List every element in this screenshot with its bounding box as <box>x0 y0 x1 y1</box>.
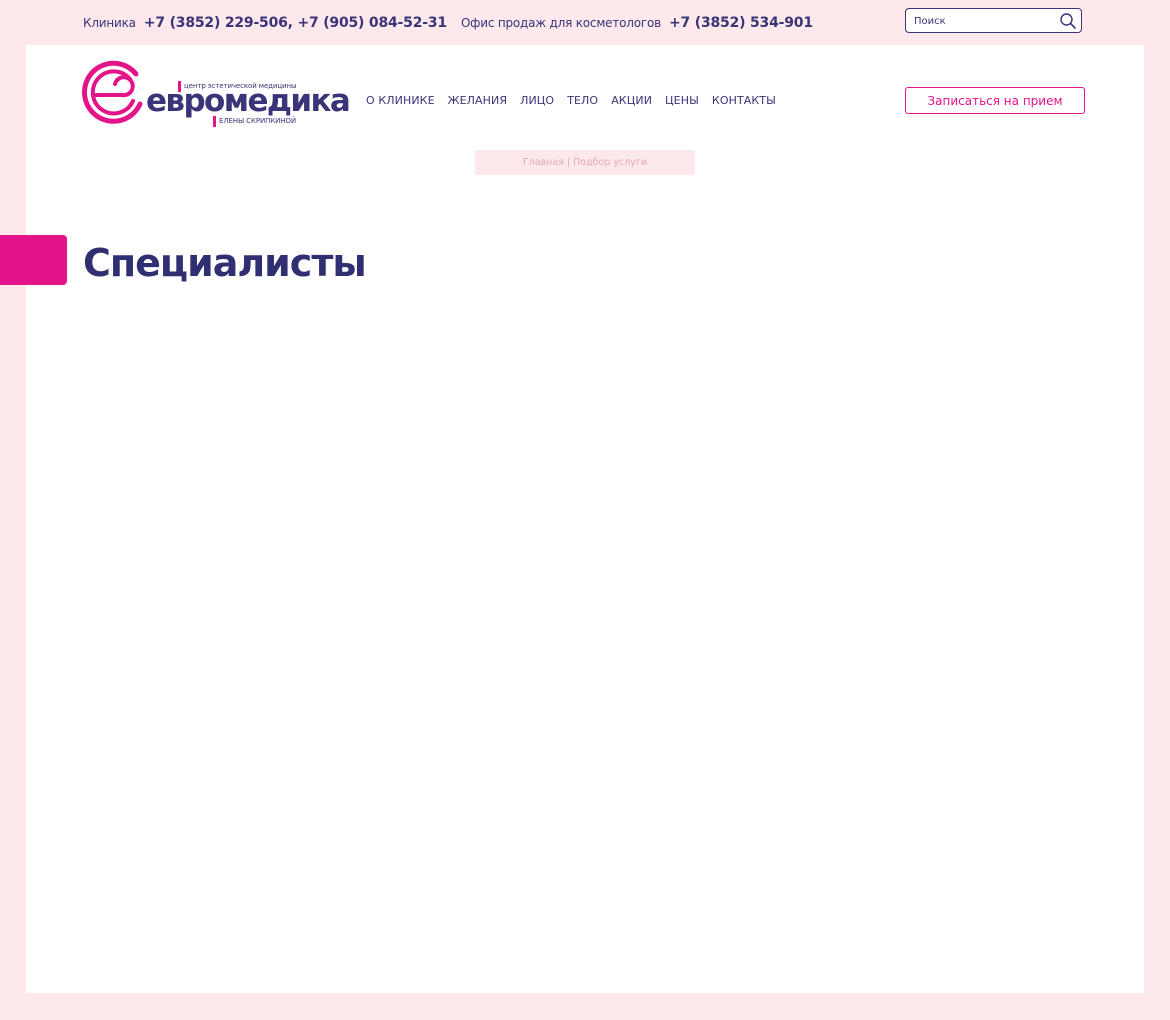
clinic-phones[interactable]: +7 (3852) 229-506, +7 (905) 084-52-31 <box>144 15 447 31</box>
logo[interactable]: центр эстетической медицины евромедика Е… <box>82 60 351 127</box>
breadcrumb-separator: | <box>566 157 571 168</box>
page-title: Специалисты <box>83 241 367 285</box>
breadcrumb-current[interactable]: Подбор услуги <box>573 157 647 168</box>
clinic-label: Клиника <box>83 16 136 30</box>
book-appointment-button[interactable]: Записаться на прием <box>905 87 1085 114</box>
breadcrumb-home[interactable]: Главная <box>523 157 564 168</box>
office-phone[interactable]: +7 (3852) 534-901 <box>669 15 813 31</box>
nav-item-contacts[interactable]: КОНТАКТЫ <box>712 93 776 109</box>
search-input[interactable] <box>914 13 1054 29</box>
logo-tagline-bottom: ЕЛЕНЫ СКРИПКИНОЙ <box>213 115 296 127</box>
nav-item-promotions[interactable]: АКЦИИ <box>611 93 652 109</box>
search-box <box>905 8 1082 33</box>
nav-item-wishes[interactable]: ЖЕЛАНИЯ <box>448 93 507 109</box>
logo-e-mark <box>82 60 143 124</box>
office-label: Офис продаж для косметологов <box>460 16 662 30</box>
contact-line: Клиника +7 (3852) 229-506, +7 (905) 084-5… <box>83 13 813 33</box>
nav-item-about[interactable]: О КЛИНИКЕ <box>366 93 435 109</box>
main-nav: О КЛИНИКЕ ЖЕЛАНИЯ ЛИЦО ТЕЛО АКЦИИ ЦЕНЫ К… <box>366 93 789 109</box>
search-icon[interactable] <box>1059 12 1077 30</box>
breadcrumb: Главная | Подбор услуги <box>475 150 695 175</box>
nav-item-face[interactable]: ЛИЦО <box>520 93 554 109</box>
nav-item-prices[interactable]: ЦЕНЫ <box>665 93 699 109</box>
logo-name: евромедика <box>146 83 351 119</box>
main-panel: центр эстетической медицины евромедика Е… <box>26 45 1144 993</box>
top-bar: Клиника +7 (3852) 229-506, +7 (905) 084-5… <box>0 0 1170 45</box>
nav-item-body[interactable]: ТЕЛО <box>567 93 598 109</box>
title-accent-block <box>0 235 67 285</box>
